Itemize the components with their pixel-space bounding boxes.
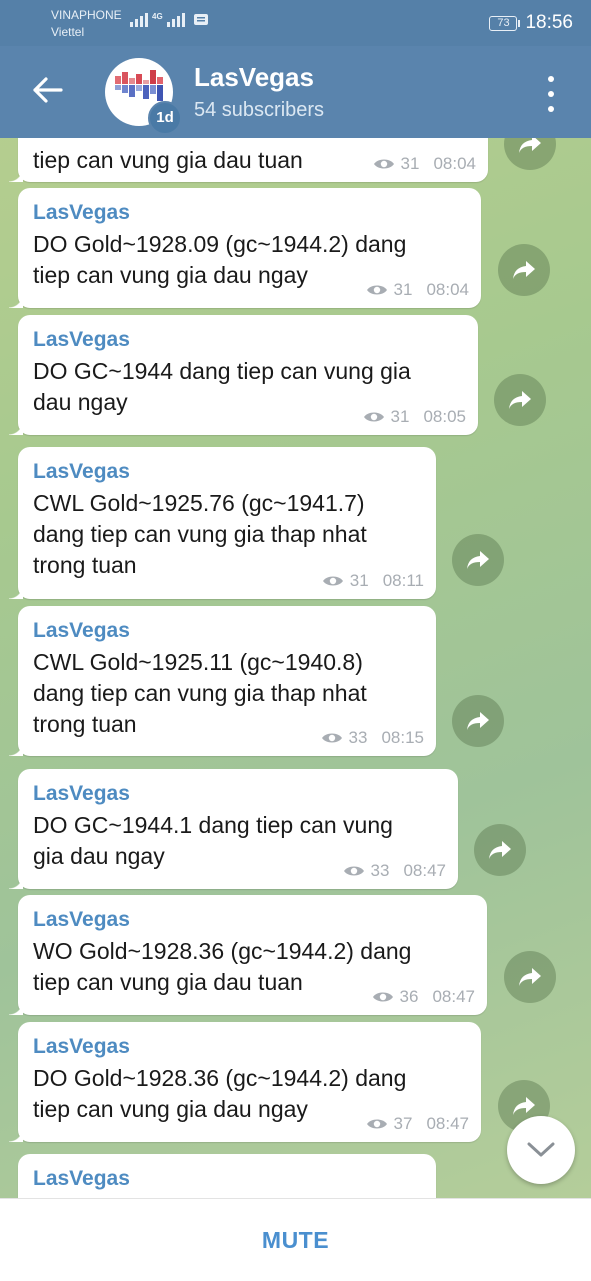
message-text-line: dang tiep can vung gia thap nhat: [33, 680, 367, 706]
message-bubble[interactable]: LasVegas CWL Gold~1925.11 (gc~1940.8) da…: [9, 606, 436, 756]
message-text-line: DO GC~1944 dang tiep can vung gia: [33, 358, 411, 384]
message-text: CWL Gold~1925.11 (gc~1940.8) dang tiep c…: [33, 647, 421, 740]
share-button[interactable]: [494, 374, 546, 426]
eye-icon: [343, 866, 364, 876]
status-right: 73 18:56: [489, 12, 573, 34]
chat-header: 1d LasVegas 54 subscribers: [0, 46, 591, 138]
eye-icon: [322, 576, 343, 586]
message-meta: 33 08:15: [321, 728, 424, 748]
bottom-bar: MUTE: [0, 1198, 591, 1281]
message-time: 08:11: [382, 571, 424, 590]
message-time: 08:47: [432, 987, 475, 1006]
message-text-line: DO GC~1944.1 dang tiep can vung: [33, 812, 393, 838]
arrow-left-icon: [33, 77, 63, 103]
message-text-line: CWL Gold~1925.11 (gc~1940.8): [33, 649, 363, 675]
eye-icon: [366, 1119, 387, 1129]
channel-title[interactable]: LasVegas: [194, 62, 314, 93]
message-time: 08:15: [381, 728, 424, 747]
eye-icon: [363, 412, 384, 422]
eye-icon: [372, 992, 393, 1002]
message-meta: 31 08:04: [373, 154, 476, 174]
signal-icon: 4G: [130, 13, 209, 27]
view-count: 31: [390, 407, 410, 426]
message-notification-icon: [193, 14, 208, 25]
message-text-line: dang tiep can vung gia thap nhat: [33, 521, 367, 547]
view-count: 31: [393, 280, 413, 299]
view-count: 33: [370, 861, 390, 880]
share-arrow-icon: [467, 712, 489, 730]
message-text: CWL Gold~1925.76 (gc~1941.7) dang tiep c…: [33, 488, 421, 581]
message-list[interactable]: tiep can vung gia dau tuan 31 08:04 LasV…: [0, 138, 591, 1198]
scroll-down-button[interactable]: [507, 1116, 575, 1184]
message-sender: LasVegas: [33, 460, 130, 483]
share-arrow-icon: [467, 551, 489, 569]
message-meta: 31 08:05: [363, 407, 466, 427]
message-bubble[interactable]: LasVegas WO Gold~1928.36 (gc~1944.2) dan…: [9, 895, 487, 1015]
view-count: 31: [349, 571, 369, 590]
message-meta: 37 08:47: [366, 1114, 469, 1134]
message-bubble[interactable]: LasVegas DO Gold~1928.36 (gc~1944.2) dan…: [9, 1022, 481, 1142]
message-sender: LasVegas: [33, 908, 130, 931]
carrier-name-1: VINAPHONE: [51, 8, 122, 22]
message-bubble[interactable]: LasVegas: [18, 1154, 436, 1198]
chevron-down-icon: [527, 1142, 555, 1157]
eye-icon: [373, 159, 394, 169]
message-time: 08:04: [426, 280, 469, 299]
share-button[interactable]: [452, 534, 504, 586]
eye-icon: [366, 285, 387, 295]
view-count: 33: [348, 728, 368, 747]
carrier-info: VINAPHONE Viettel: [51, 7, 122, 41]
view-count: 36: [399, 987, 419, 1006]
message-bubble[interactable]: LasVegas DO Gold~1928.09 (gc~1944.2) dan…: [9, 188, 481, 308]
message-text-line: DO Gold~1928.09 (gc~1944.2) dang: [33, 231, 407, 257]
message-bubble[interactable]: LasVegas DO GC~1944 dang tiep can vung g…: [9, 315, 478, 435]
message-sender: LasVegas: [33, 1035, 130, 1058]
share-arrow-icon: [489, 841, 511, 859]
message-sender: LasVegas: [33, 619, 130, 642]
more-vertical-icon: [548, 76, 554, 82]
message-text-line: CWL Gold~1925.76 (gc~1941.7): [33, 490, 365, 516]
message-meta: 31 08:11: [322, 571, 424, 591]
clock: 18:56: [525, 12, 573, 33]
share-arrow-icon: [513, 1097, 535, 1115]
mute-button[interactable]: MUTE: [262, 1227, 329, 1254]
share-arrow-icon: [519, 138, 541, 153]
message-time: 08:04: [433, 154, 476, 173]
avatar-badge: 1d: [148, 101, 182, 135]
message-sender: LasVegas: [33, 1167, 130, 1190]
message-bubble[interactable]: LasVegas DO GC~1944.1 dang tiep can vung…: [9, 769, 458, 889]
back-button[interactable]: [28, 70, 68, 110]
carrier-name-2: Viettel: [51, 25, 85, 39]
share-arrow-icon: [519, 968, 541, 986]
message-time: 08:47: [403, 861, 446, 880]
share-button[interactable]: [474, 824, 526, 876]
message-meta: 33 08:47: [343, 861, 446, 881]
message-sender: LasVegas: [33, 782, 130, 805]
message-sender: LasVegas: [33, 201, 130, 224]
share-button[interactable]: [452, 695, 504, 747]
battery-icon: 73: [489, 15, 521, 31]
message-time: 08:05: [423, 407, 466, 426]
view-count: 37: [393, 1114, 413, 1133]
subscriber-count: 54 subscribers: [194, 99, 325, 121]
view-count: 31: [400, 154, 420, 173]
message-meta: 36 08:47: [372, 987, 475, 1007]
status-bar: VINAPHONE Viettel 4G 73 18:56: [0, 0, 591, 46]
network-type: 4G: [152, 12, 163, 21]
message-sender: LasVegas: [33, 328, 130, 351]
eye-icon: [321, 733, 342, 743]
share-button[interactable]: [498, 244, 550, 296]
share-button[interactable]: [504, 951, 556, 1003]
message-bubble[interactable]: tiep can vung gia dau tuan 31 08:04: [9, 138, 488, 182]
message-text-line: WO Gold~1928.36 (gc~1944.2) dang: [33, 938, 412, 964]
more-options-button[interactable]: [539, 76, 563, 112]
share-arrow-icon: [513, 261, 535, 279]
message-meta: 31 08:04: [366, 280, 469, 300]
share-button[interactable]: [504, 138, 556, 170]
share-arrow-icon: [509, 391, 531, 409]
message-text-line: DO Gold~1928.36 (gc~1944.2) dang: [33, 1065, 407, 1091]
message-time: 08:47: [426, 1114, 469, 1133]
message-bubble[interactable]: LasVegas CWL Gold~1925.76 (gc~1941.7) da…: [9, 447, 436, 599]
